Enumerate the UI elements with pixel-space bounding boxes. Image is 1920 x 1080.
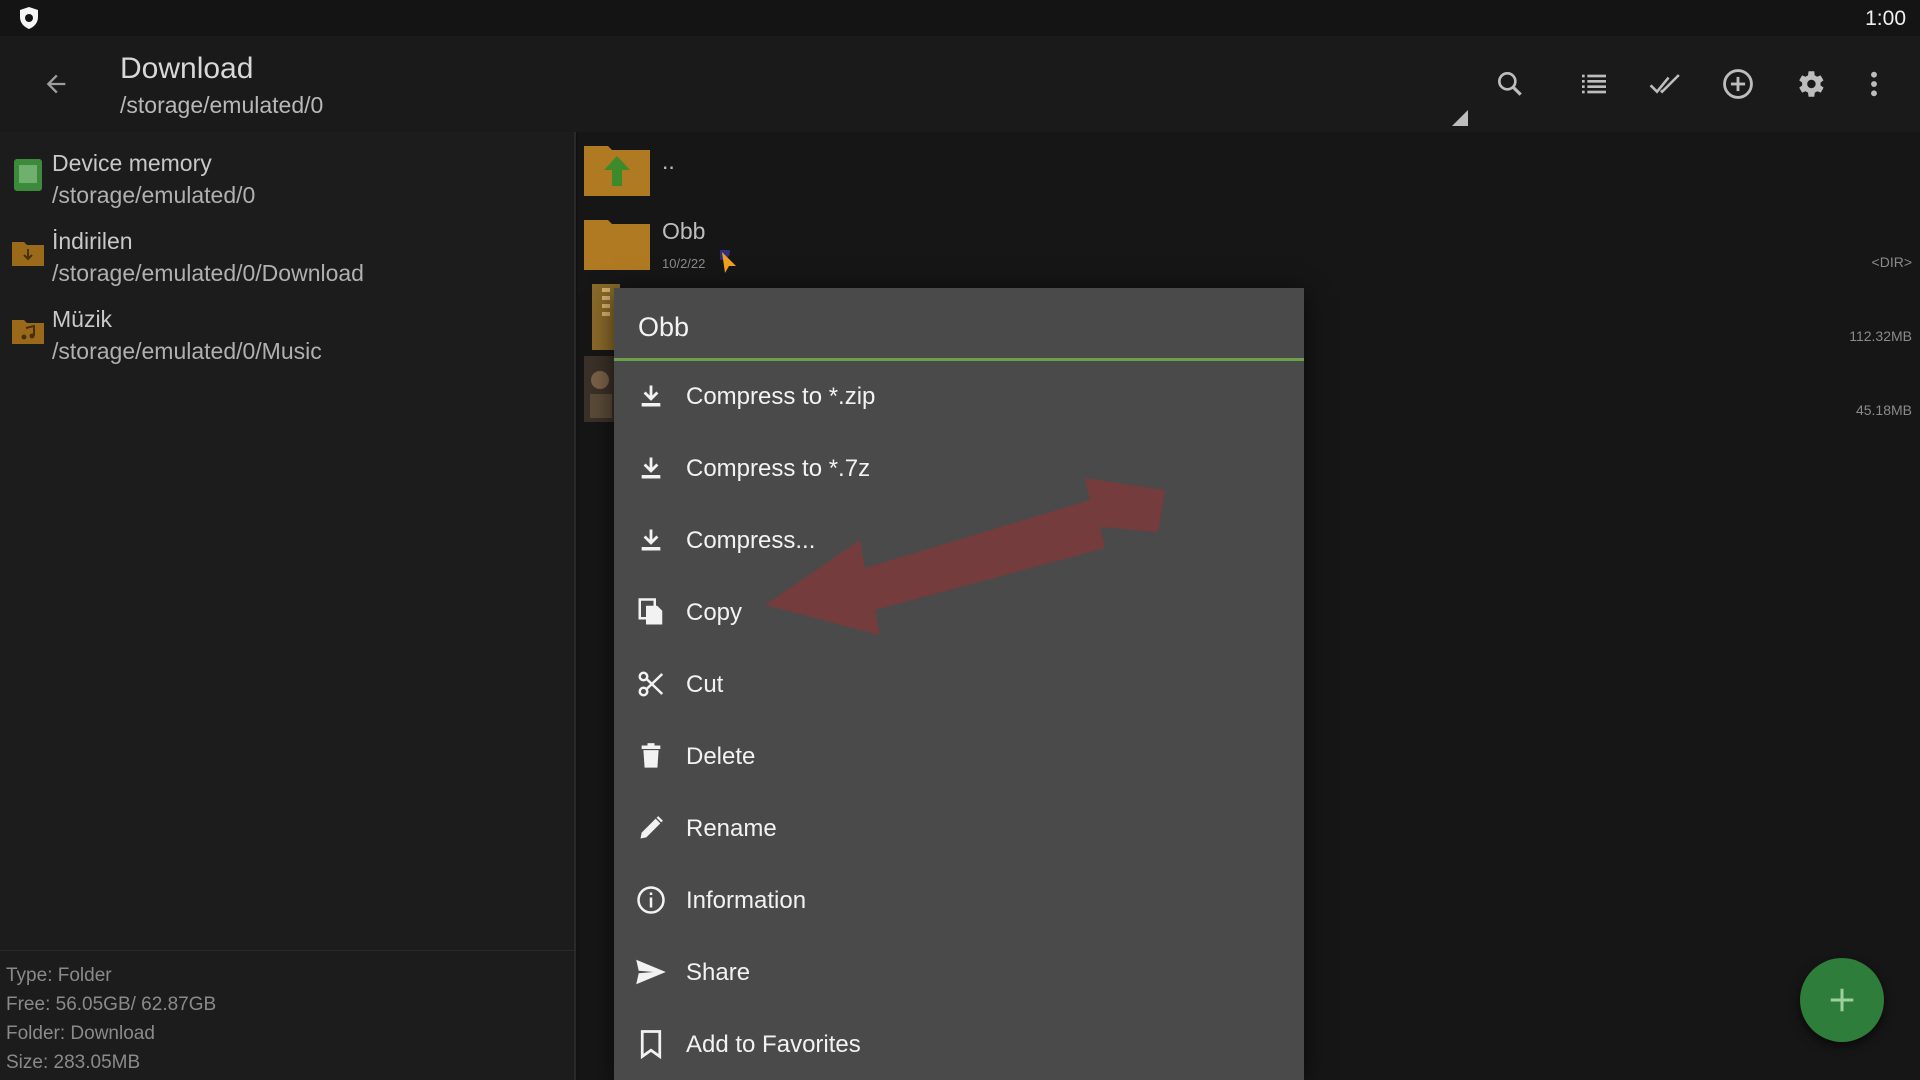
menu-item-compress-7z[interactable]: Compress to *.7z — [614, 433, 1304, 505]
file-row-obb[interactable]: Obb 10/2/22 <DIR> — [578, 208, 1920, 282]
menu-item-compress-zip[interactable]: Compress to *.zip — [614, 361, 1304, 433]
menu-item-label: Compress to *.zip — [686, 383, 876, 410]
info-icon — [634, 883, 668, 917]
sidebar-item-path: /storage/emulated/0/Download — [52, 260, 364, 286]
menu-item-share[interactable]: Share — [614, 937, 1304, 1009]
info-free-space: Free: 56.05GB/ 62.87GB — [6, 994, 217, 1015]
menu-item-compress[interactable]: Compress... — [614, 505, 1304, 577]
download-icon — [634, 451, 668, 485]
add-button[interactable] — [1718, 64, 1758, 104]
menu-item-label: Share — [686, 959, 751, 986]
menu-item-label: Add to Favorites — [686, 1031, 861, 1058]
folder-info: Type: Folder Free: 56.05GB/ 62.87GB Fold… — [0, 950, 574, 1080]
file-name: .. — [662, 148, 675, 174]
overflow-menu-button[interactable] — [1854, 64, 1894, 104]
sidebar-item-downloads[interactable]: İndirilen /storage/emulated/0/Download — [0, 218, 576, 294]
select-all-icon — [1649, 74, 1680, 94]
menu-item-rename[interactable]: Rename — [614, 793, 1304, 865]
plus-icon — [1830, 988, 1854, 1012]
file-date: 10/2/22 — [662, 256, 706, 271]
menu-item-label: Information — [686, 887, 807, 914]
file-name: Obb — [662, 218, 706, 244]
app-bar: Download /storage/emulated/0 — [0, 36, 1920, 132]
back-button[interactable] — [34, 62, 78, 106]
menu-item-copy[interactable]: Copy — [614, 577, 1304, 649]
menu-item-label: Cut — [686, 671, 724, 698]
scissors-icon — [634, 667, 668, 701]
more-vert-icon — [1871, 71, 1877, 97]
download-icon — [634, 379, 668, 413]
info-folder: Folder: Download — [6, 1023, 155, 1044]
file-type-label: <DIR> — [1871, 254, 1912, 270]
music-folder-icon — [12, 320, 44, 344]
settings-button[interactable] — [1790, 64, 1830, 104]
menu-item-label: Delete — [686, 743, 756, 770]
pencil-icon — [634, 811, 668, 845]
sidebar-item-name: Müzik — [52, 306, 113, 332]
info-size: Size: 283.05MB — [6, 1052, 141, 1073]
menu-item-delete[interactable]: Delete — [614, 721, 1304, 793]
select-all-button[interactable] — [1646, 64, 1686, 104]
image-thumbnail-icon — [584, 356, 614, 422]
menu-item-label: Copy — [686, 599, 743, 626]
storage-sidebar: Device memory /storage/emulated/0 İndiri… — [0, 132, 576, 1080]
add-circle-icon — [1723, 69, 1753, 99]
menu-item-add-to-favorites[interactable]: Add to Favorites — [614, 1009, 1304, 1080]
file-size: 112.32MB — [1849, 328, 1912, 344]
menu-item-cut[interactable]: Cut — [614, 649, 1304, 721]
list-view-icon — [1582, 74, 1606, 94]
download-folder-icon — [12, 242, 44, 266]
page-title: Download — [120, 52, 254, 85]
sidebar-item-name: İndirilen — [52, 228, 133, 254]
file-row-parent[interactable]: .. — [578, 134, 1920, 208]
folder-icon — [584, 220, 650, 270]
sidebar-item-name: Device memory — [52, 150, 212, 176]
menu-item-label: Rename — [686, 815, 777, 842]
menu-item-label: Compress to *.7z — [686, 455, 871, 482]
menu-item-information[interactable]: Information — [614, 865, 1304, 937]
copy-icon — [634, 595, 668, 629]
arrow-back-icon — [46, 74, 66, 94]
status-time: 1:00 — [1865, 7, 1906, 30]
sidebar-item-path: /storage/emulated/0 — [52, 182, 256, 208]
sidebar-item-device-memory[interactable]: Device memory /storage/emulated/0 — [0, 140, 576, 216]
sidebar-item-path: /storage/emulated/0/Music — [52, 338, 322, 364]
shield-icon — [20, 7, 38, 29]
current-path: /storage/emulated/0 — [120, 92, 324, 118]
download-icon — [634, 523, 668, 557]
folder-up-icon — [584, 146, 650, 196]
mouse-cursor-icon — [720, 250, 736, 273]
bookmark-icon — [634, 1027, 668, 1061]
info-type: Type: Folder — [6, 965, 112, 986]
add-fab-button[interactable] — [1800, 958, 1884, 1042]
status-bar: 1:00 — [0, 0, 1920, 36]
sort-indicator[interactable] — [1452, 110, 1468, 126]
trash-icon — [634, 739, 668, 773]
file-size: 45.18MB — [1855, 402, 1912, 418]
menu-item-label: Compress... — [686, 527, 816, 554]
list-view-button[interactable] — [1574, 64, 1614, 104]
context-menu: Obb Compress to *.zip Compress to *.7z C… — [614, 288, 1304, 1080]
search-button[interactable] — [1490, 64, 1530, 104]
settings-icon — [1799, 71, 1824, 97]
sidebar-item-music[interactable]: Müzik /storage/emulated/0/Music — [0, 296, 576, 372]
send-icon — [634, 955, 668, 989]
context-menu-title: Obb — [638, 312, 690, 342]
sd-storage-icon — [14, 159, 42, 191]
search-icon — [1498, 72, 1522, 96]
